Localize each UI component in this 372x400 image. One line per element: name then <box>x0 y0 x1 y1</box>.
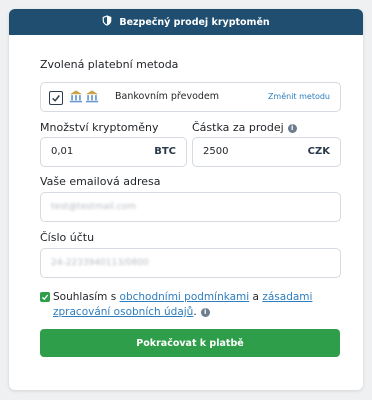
info-icon[interactable]: i <box>200 307 210 317</box>
continue-to-payment-button[interactable]: Pokračovat k platbě <box>40 329 340 357</box>
shield-icon <box>102 15 112 29</box>
checkmark-icon <box>41 294 49 301</box>
crypto-amount-value: 0,01 <box>51 146 74 157</box>
sale-amount-value: 2500 <box>203 146 229 157</box>
sale-amount-label: Částka za prodej i <box>192 121 297 134</box>
account-value: 24-2233940113/0800 <box>51 258 149 268</box>
sale-amount-label-text: Částka za prodej <box>192 121 284 134</box>
consent-text-2: a <box>249 291 263 303</box>
payment-method-box: Bankovním převodem Změnit metodu <box>40 82 341 112</box>
info-icon[interactable]: i <box>287 123 297 133</box>
change-method-link[interactable]: Změnit metodu <box>268 92 330 101</box>
header-title: Bezpečný prodej kryptoměn <box>119 16 270 28</box>
bank-icon <box>69 89 99 103</box>
email-input[interactable]: test@testmail.com <box>40 192 341 222</box>
crypto-amount-label: Množství kryptoměny <box>40 121 159 134</box>
payment-method-label: Zvolená platební metoda <box>40 58 179 71</box>
sell-crypto-card: Bezpečný prodej kryptoměn Zvolená plateb… <box>9 9 363 390</box>
email-label: Vaše emailová adresa <box>40 175 161 188</box>
consent-text-3: . <box>193 306 197 318</box>
consent-checkbox[interactable] <box>40 292 50 302</box>
payment-method-checkbox[interactable] <box>49 91 63 105</box>
header-bar: Bezpečný prodej kryptoměn <box>9 9 363 35</box>
email-value: test@testmail.com <box>51 202 136 212</box>
crypto-amount-input[interactable]: 0,01 BTC <box>40 137 187 167</box>
account-input[interactable]: 24-2233940113/0800 <box>40 248 341 278</box>
checkmark-icon <box>52 95 60 102</box>
sale-amount-input[interactable]: 2500 CZK <box>192 137 341 167</box>
payment-method-name: Bankovním převodem <box>115 91 220 102</box>
account-label: Číslo účtu <box>40 231 95 244</box>
terms-link[interactable]: obchodními podmínkami <box>120 291 250 303</box>
crypto-unit: BTC <box>154 146 176 157</box>
consent-text: Souhlasím s obchodními podmínkami a zása… <box>53 290 343 320</box>
consent-text-1: Souhlasím s <box>53 291 120 303</box>
currency-unit: CZK <box>307 146 330 157</box>
